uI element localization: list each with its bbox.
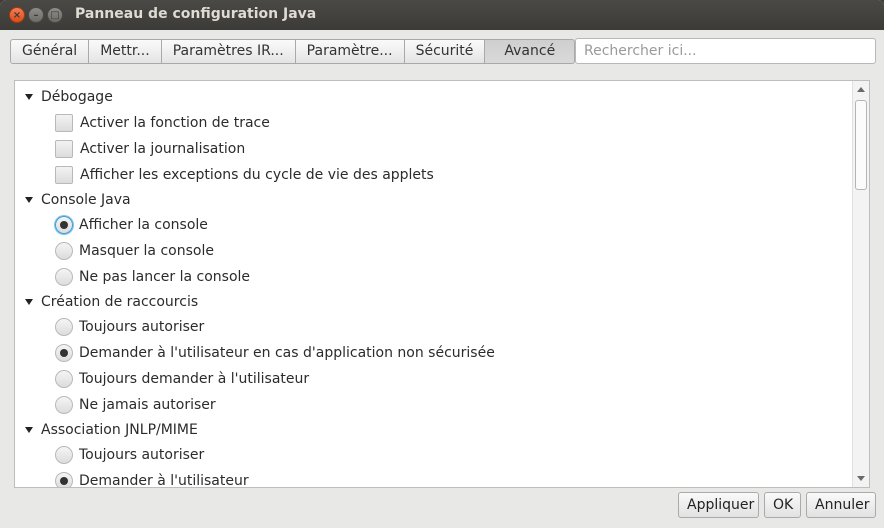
option-enable-trace[interactable]: Activer la fonction de trace xyxy=(55,112,270,134)
option-shortcut-always-allow[interactable]: Toujours autoriser xyxy=(55,316,204,338)
option-label: Afficher la console xyxy=(79,217,208,233)
apply-button[interactable]: Appliquer xyxy=(678,492,759,518)
scroll-up-icon[interactable] xyxy=(857,87,865,92)
radio-button[interactable] xyxy=(55,242,73,260)
java-control-panel-window: × – □ Panneau de configuration Java Géné… xyxy=(0,0,884,528)
option-shortcut-never-allow[interactable]: Ne jamais autoriser xyxy=(55,394,216,416)
radio-button-selected[interactable] xyxy=(55,216,73,234)
scrollbar-thumb[interactable] xyxy=(855,100,867,190)
option-jnlp-prompt-user[interactable]: Demander à l'utilisateur xyxy=(55,470,249,488)
radio-button[interactable] xyxy=(55,396,73,414)
ok-button[interactable]: OK xyxy=(764,492,801,518)
window-title: Panneau de configuration Java xyxy=(75,6,317,22)
radio-button[interactable] xyxy=(55,268,73,286)
option-label: Toujours demander à l'utilisateur xyxy=(79,371,310,387)
option-label: Toujours autoriser xyxy=(79,319,205,335)
advanced-settings-panel: Débogage Activer la fonction de trace Ac… xyxy=(14,80,870,488)
option-label: Activer la journalisation xyxy=(80,141,246,157)
radio-button[interactable] xyxy=(55,446,73,464)
tab-advanced[interactable]: Avancé xyxy=(485,39,576,64)
checkbox[interactable] xyxy=(55,140,73,158)
radio-button-selected[interactable] xyxy=(55,472,73,487)
option-show-console[interactable]: Afficher la console xyxy=(55,214,208,236)
maximize-icon[interactable]: □ xyxy=(47,7,63,23)
radio-button[interactable] xyxy=(55,370,73,388)
option-label: Ne jamais autoriser xyxy=(79,397,216,413)
option-label: Masquer la console xyxy=(79,243,214,259)
title-bar: × – □ Panneau de configuration Java xyxy=(0,0,884,30)
tab-security[interactable]: Sécurité xyxy=(404,39,486,64)
option-label: Afficher les exceptions du cycle de vie … xyxy=(80,167,434,183)
expand-caret-icon[interactable] xyxy=(25,94,33,100)
tree-node-label: Console Java xyxy=(41,192,131,208)
checkbox[interactable] xyxy=(55,166,73,184)
checkbox[interactable] xyxy=(55,114,73,132)
cancel-button[interactable]: Annuler xyxy=(806,492,876,518)
tree-node-label: Création de raccourcis xyxy=(41,294,199,310)
expand-caret-icon[interactable] xyxy=(25,197,33,203)
option-show-applet-exceptions[interactable]: Afficher les exceptions du cycle de vie … xyxy=(55,164,434,186)
tree-node-java-console[interactable]: Console Java xyxy=(25,189,131,211)
tab-general[interactable]: Général xyxy=(10,39,90,64)
vertical-scrollbar[interactable] xyxy=(852,81,869,487)
tab-updates[interactable]: Mettr... xyxy=(89,39,162,64)
search-input[interactable] xyxy=(575,38,876,64)
expand-caret-icon[interactable] xyxy=(25,299,33,305)
option-hide-console[interactable]: Masquer la console xyxy=(55,240,214,262)
option-do-not-start-console[interactable]: Ne pas lancer la console xyxy=(55,266,250,288)
option-shortcut-always-prompt[interactable]: Toujours demander à l'utilisateur xyxy=(55,368,309,390)
scroll-down-icon[interactable] xyxy=(857,476,865,481)
option-label: Ne pas lancer la console xyxy=(79,269,251,285)
option-enable-logging[interactable]: Activer la journalisation xyxy=(55,138,245,160)
tree-node-label: Débogage xyxy=(41,89,113,105)
tab-parameters[interactable]: Paramètre... xyxy=(295,39,405,64)
tab-bar: Général Mettr... Paramètres IR... Paramè… xyxy=(10,39,576,64)
tree-node-shortcut-creation[interactable]: Création de raccourcis xyxy=(25,291,198,313)
tree-node-jnlp-mime[interactable]: Association JNLP/MIME xyxy=(25,419,198,441)
option-label: Demander à l'utilisateur en cas d'applic… xyxy=(79,345,495,361)
radio-button[interactable] xyxy=(55,318,73,336)
radio-button-selected[interactable] xyxy=(55,344,73,362)
close-icon[interactable]: × xyxy=(9,7,25,23)
tab-jre-settings[interactable]: Paramètres IR... xyxy=(161,39,296,64)
option-shortcut-prompt-unsigned[interactable]: Demander à l'utilisateur en cas d'applic… xyxy=(55,342,495,364)
expand-caret-icon[interactable] xyxy=(25,427,33,433)
option-jnlp-always-allow[interactable]: Toujours autoriser xyxy=(55,444,204,466)
option-label: Toujours autoriser xyxy=(79,447,205,463)
minimize-icon[interactable]: – xyxy=(28,7,44,23)
tree-node-debug[interactable]: Débogage xyxy=(25,86,113,108)
option-label: Activer la fonction de trace xyxy=(80,115,270,131)
option-label: Demander à l'utilisateur xyxy=(79,473,249,488)
tree-node-label: Association JNLP/MIME xyxy=(41,422,198,438)
